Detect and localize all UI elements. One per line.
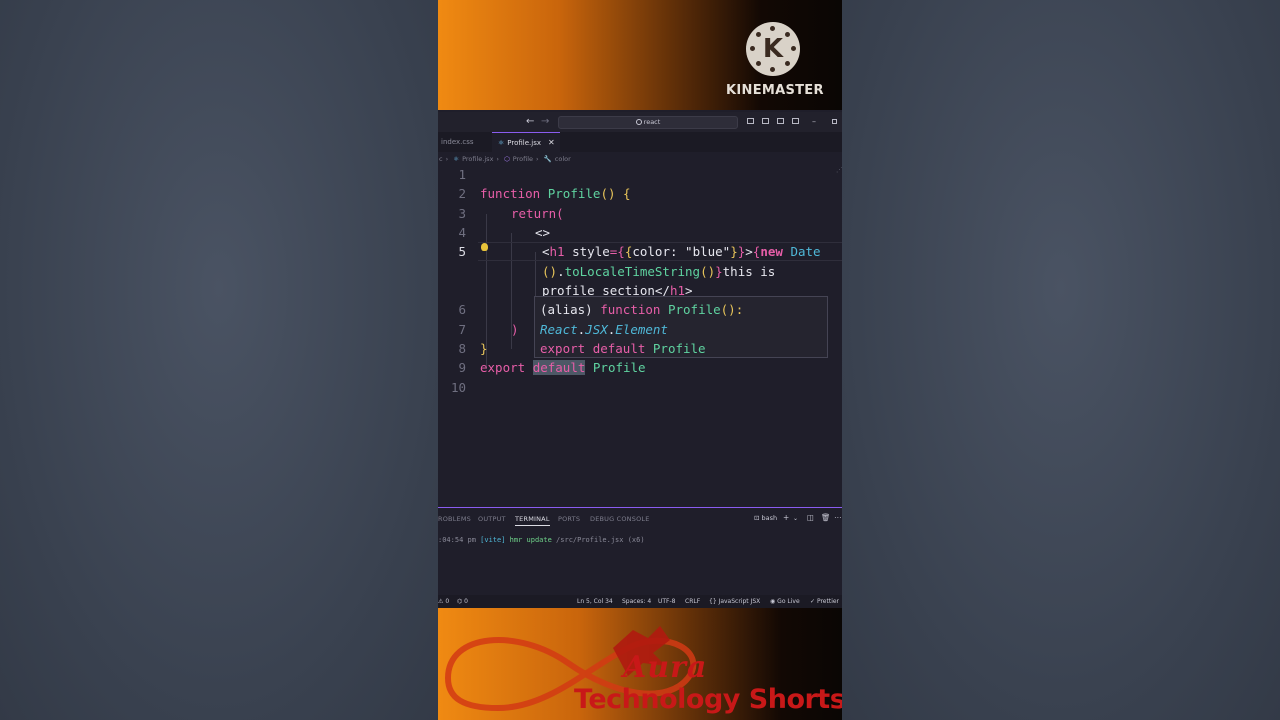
logo-letter: K (762, 34, 784, 64)
chevron-down-icon[interactable]: ⌄ (793, 515, 798, 522)
code-editor[interactable]: ⋰ 1 2 3 4 5 6 7 8 9 10 function Profile(… (438, 166, 842, 506)
react-file-icon: ⚛ (453, 155, 460, 163)
breadcrumb-property[interactable]: color (555, 155, 571, 163)
react-file-icon: ⚛ (498, 139, 505, 147)
editor-tabs: index.css ⚛ Profile.jsx ✕ (438, 132, 842, 152)
tab-index-css[interactable]: index.css (441, 132, 474, 152)
new-terminal-icon[interactable]: + (783, 513, 789, 522)
aura-title: Aura (623, 650, 708, 685)
lightbulb-icon[interactable] (481, 243, 488, 251)
terminal-icon: ⊡ (754, 514, 760, 522)
line-number: 3 (458, 206, 466, 221)
code-line-5: <h1 style={{color: "blue"}}>{new Date (542, 244, 821, 259)
code-line-2: function Profile() { (480, 186, 631, 201)
kinemaster-logo-icon: K (746, 22, 800, 76)
hover-tooltip: (alias) function Profile(): React.JSX.El… (534, 296, 828, 358)
search-icon (635, 119, 642, 125)
code-line-9: export default Profile (480, 360, 646, 375)
panel-tab-terminal[interactable]: TERMINAL (515, 515, 550, 526)
line-number: 6 (458, 302, 466, 317)
panel-tab-ports[interactable]: PORTS (558, 515, 580, 523)
cursor-position[interactable]: Ln 5, Col 34 (577, 595, 613, 608)
breadcrumb: c › ⚛ Profile.jsx › ⬡ Profile › 🔧 color (439, 155, 571, 163)
video-frame: K KINEMASTER ← → react – index.css ⚛ Prof… (438, 0, 842, 720)
ports-status[interactable]: ⌬ 0 (457, 595, 468, 608)
breadcrumb-file[interactable]: Profile.jsx (462, 155, 493, 163)
encoding-status[interactable]: UTF-8 (658, 595, 676, 608)
line-number: 1 (458, 167, 466, 182)
line-number: 9 (458, 360, 466, 375)
braces-icon: {} (709, 598, 717, 605)
editor-edge-marker: ⋰ (836, 166, 842, 174)
toggle-panel-icon[interactable] (762, 118, 769, 124)
back-arrow-icon[interactable]: ← (526, 116, 534, 127)
code-line-7: ) (511, 322, 519, 337)
toggle-sidebar-icon[interactable] (747, 118, 754, 124)
toggle-secondary-sidebar-icon[interactable] (777, 118, 784, 124)
close-tab-icon[interactable]: ✕ (548, 133, 555, 153)
line-number: 7 (458, 322, 466, 337)
aura-technology-banner: Aura Technology Shorts (438, 608, 842, 720)
terminal-output-line: :04:54 pm [vite] hmr update /src/Profile… (438, 536, 645, 544)
bottom-panel: ROBLEMS OUTPUT TERMINAL PORTS DEBUG CONS… (438, 507, 842, 595)
terminal-shell-selector[interactable]: ⊡ bash (754, 514, 777, 522)
line-number: 10 (450, 380, 466, 395)
kinemaster-wordmark: KINEMASTER (726, 83, 824, 98)
trash-icon[interactable]: 🗑 (821, 513, 831, 522)
tab-profile-jsx[interactable]: ⚛ Profile.jsx ✕ (492, 132, 560, 152)
forward-arrow-icon[interactable]: → (541, 116, 549, 127)
more-actions-icon[interactable]: ⋯ (834, 513, 842, 522)
tab-label: Profile.jsx (507, 139, 542, 147)
code-line-5-wrap-1: ().toLocaleTimeString()}this is (542, 264, 776, 279)
maximize-button[interactable] (832, 119, 837, 124)
go-live-button[interactable]: ◉ Go Live (770, 595, 800, 608)
symbol-icon: ⬡ (504, 155, 510, 163)
prettier-status[interactable]: ✓ Prettier (810, 595, 839, 608)
line-number: 2 (458, 186, 466, 201)
eol-status[interactable]: CRLF (685, 595, 700, 608)
line-number: 4 (458, 225, 466, 240)
selected-word: default (532, 360, 586, 375)
errors-status[interactable]: ⚠ 0 (438, 595, 449, 608)
indentation-status[interactable]: Spaces: 4 (622, 595, 651, 608)
panel-tab-problems[interactable]: ROBLEMS (438, 515, 471, 523)
code-line-4: <> (535, 225, 551, 240)
status-bar: ⚠ 0 ⌬ 0 Ln 5, Col 34 Spaces: 4 UTF-8 CRL… (438, 595, 842, 608)
title-bar: ← → react – (438, 112, 842, 132)
minimize-button[interactable]: – (812, 117, 816, 126)
customize-layout-icon[interactable] (792, 118, 799, 124)
command-center-search[interactable]: react (558, 116, 738, 129)
breadcrumb-root[interactable]: c (439, 155, 443, 163)
check-double-icon: ✓ (810, 598, 816, 605)
panel-tab-debug-console[interactable]: DEBUG CONSOLE (590, 515, 650, 523)
breadcrumb-symbol[interactable]: Profile (513, 155, 533, 163)
aura-subtitle: Technology Shorts (574, 684, 842, 715)
code-line-8: } (480, 341, 488, 356)
radio-tower-icon: ⌬ (457, 598, 463, 605)
line-number-active: 5 (458, 244, 466, 259)
left-background (0, 0, 438, 720)
broadcast-icon: ◉ (770, 598, 776, 605)
kinemaster-banner: K KINEMASTER (438, 0, 842, 110)
line-number: 8 (458, 341, 466, 356)
code-line-3: return( (511, 206, 564, 221)
split-terminal-icon[interactable]: ◫ (807, 513, 814, 522)
language-mode[interactable]: {} JavaScript JSX (709, 595, 760, 608)
warning-icon: ⚠ (438, 598, 444, 605)
right-background (842, 0, 1280, 720)
property-wrench-icon: 🔧 (543, 155, 552, 163)
panel-tab-output[interactable]: OUTPUT (478, 515, 506, 523)
search-text: react (643, 118, 661, 126)
